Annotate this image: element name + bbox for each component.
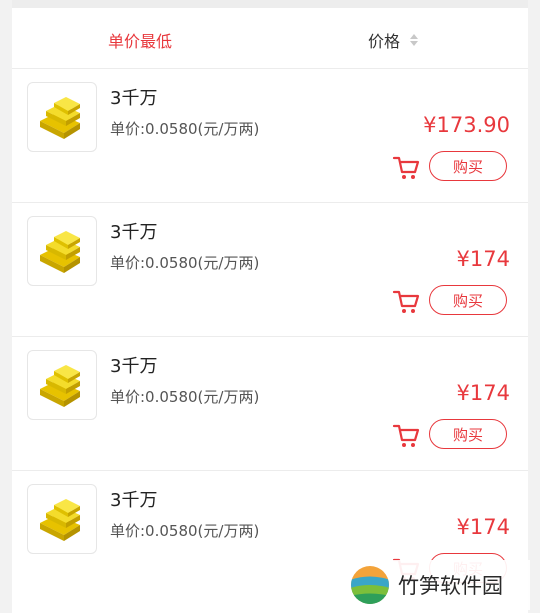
- item-title: 3千万: [110, 356, 158, 377]
- buy-button[interactable]: 购买: [429, 419, 507, 449]
- cart-icon[interactable]: [392, 423, 420, 449]
- item-price: ¥174: [456, 515, 510, 539]
- gold-bars-icon: [40, 231, 80, 273]
- divider: [12, 68, 528, 69]
- sort-arrows-icon: [410, 34, 419, 46]
- list-item[interactable]: 3千万 单价:0.0580(元/万两) ¥174 购买: [12, 202, 528, 336]
- item-unit-price: 单价:0.0580(元/万两): [110, 388, 260, 406]
- sort-bar: 单价最低 价格: [12, 8, 528, 68]
- item-unit-price: 单价:0.0580(元/万两): [110, 254, 260, 272]
- item-title: 3千万: [110, 490, 158, 511]
- divider: [12, 336, 528, 337]
- product-thumbnail: [27, 216, 97, 286]
- list-item[interactable]: 3千万 单价:0.0580(元/万两) ¥174 购买: [12, 336, 528, 470]
- divider: [12, 202, 528, 203]
- top-strip: [12, 0, 528, 8]
- cart-icon[interactable]: [392, 155, 420, 181]
- sort-unit-price-tab[interactable]: 单价最低: [108, 28, 172, 52]
- product-thumbnail: [27, 82, 97, 152]
- buy-button[interactable]: 购买: [429, 151, 507, 181]
- sort-price-label: 价格: [368, 32, 401, 51]
- gold-bars-icon: [40, 365, 80, 407]
- list-item[interactable]: 3千万 单价:0.0580(元/万两) ¥173.90 购买: [12, 68, 528, 202]
- buy-button[interactable]: 购买: [429, 285, 507, 315]
- item-price: ¥173.90: [423, 113, 510, 137]
- cart-icon[interactable]: [392, 289, 420, 315]
- item-price: ¥174: [456, 247, 510, 271]
- watermark-text: 竹笋软件园: [398, 574, 503, 598]
- item-title: 3千万: [110, 222, 158, 243]
- gold-bars-icon: [40, 97, 80, 139]
- item-title: 3千万: [110, 88, 158, 109]
- item-unit-price: 单价:0.0580(元/万两): [110, 120, 260, 138]
- product-thumbnail: [27, 350, 97, 420]
- site-logo-icon: [351, 566, 389, 604]
- item-unit-price: 单价:0.0580(元/万两): [110, 522, 260, 540]
- product-thumbnail: [27, 484, 97, 554]
- gold-bars-icon: [40, 499, 80, 541]
- divider: [12, 470, 528, 471]
- sort-price-tab[interactable]: 价格: [368, 28, 419, 52]
- item-price: ¥174: [456, 381, 510, 405]
- product-list-panel: 单价最低 价格 3千万 单价:0.0580(元/万两) ¥173.90 购买 3…: [12, 8, 528, 613]
- watermark: 竹笋软件园: [350, 560, 530, 610]
